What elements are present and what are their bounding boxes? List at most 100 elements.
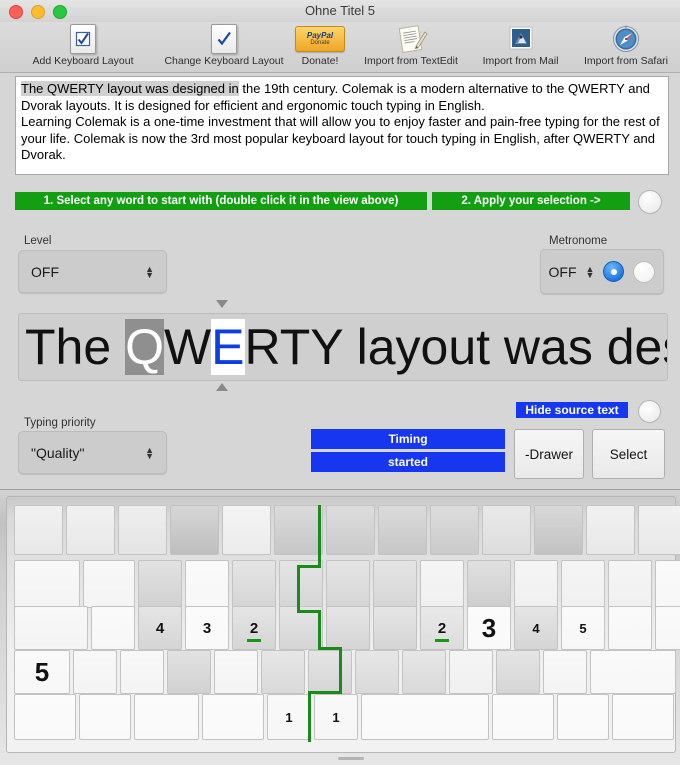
started-status-button[interactable]: started	[311, 452, 505, 472]
toolbar-item-import-textedit[interactable]: Import from TextEdit	[348, 24, 474, 67]
toolbar-item-import-mail[interactable]: Import from Mail	[469, 24, 572, 67]
keyboard-key[interactable]	[308, 650, 352, 694]
metronome-radio-on[interactable]	[603, 261, 625, 282]
keyboard-key[interactable]	[118, 505, 167, 555]
keyboard-key[interactable]: 3	[185, 606, 229, 650]
step-status-orb[interactable]	[638, 190, 662, 214]
keyboard-key[interactable]	[185, 560, 229, 608]
level-select[interactable]: OFF ▲ ▼	[18, 250, 167, 293]
source-text-view[interactable]: The QWERTY layout was designed in the 19…	[15, 76, 669, 175]
keyboard-key[interactable]	[274, 505, 323, 555]
chevron-updown-icon[interactable]: ▲ ▼	[145, 264, 154, 279]
window-title: Ohne Titel 5	[304, 3, 376, 18]
toolbar-item-import-safari[interactable]: Import from Safari	[572, 24, 680, 67]
keyboard-key[interactable]	[420, 560, 464, 608]
keyboard-key[interactable]	[561, 560, 605, 608]
keyboard-key[interactable]	[638, 505, 680, 555]
keyboard-key[interactable]	[14, 505, 63, 555]
keyboard-key[interactable]	[534, 505, 583, 555]
key-count-label: 5	[34, 656, 50, 687]
keyboard-key[interactable]	[83, 560, 135, 608]
keyboard-key[interactable]	[14, 560, 80, 608]
keyboard-key[interactable]	[496, 650, 540, 694]
keyboard-key[interactable]	[655, 606, 680, 650]
keyboard-function-row	[14, 505, 680, 555]
keyboard-key[interactable]: 2	[232, 606, 276, 650]
step-2-apply-selection-bar[interactable]: 2. Apply your selection ->	[432, 192, 630, 210]
key-count-label: 3	[481, 612, 497, 643]
keyboard-key[interactable]	[557, 694, 609, 740]
keyboard-key[interactable]	[170, 505, 219, 555]
keyboard-key[interactable]	[655, 560, 680, 608]
keyboard-key[interactable]: 3	[467, 606, 511, 650]
keyboard-key[interactable]	[612, 694, 674, 740]
keyboard-key[interactable]	[514, 560, 558, 608]
keyboard-key[interactable]: 4	[514, 606, 558, 650]
keyboard-key[interactable]	[482, 505, 531, 555]
keyboard-key[interactable]	[232, 560, 276, 608]
typing-completed-char: Q	[125, 319, 164, 375]
keyboard-key[interactable]	[326, 606, 370, 650]
keyboard-key[interactable]: 2	[420, 606, 464, 650]
keyboard-key[interactable]	[590, 650, 676, 694]
toolbar-item-add-keyboard-layout[interactable]: Add Keyboard Layout	[8, 24, 158, 67]
select-button[interactable]: Select	[592, 429, 665, 479]
metronome-status-orb[interactable]	[633, 260, 656, 283]
level-label: Level	[24, 235, 52, 247]
toolbar-item-donate[interactable]: PayPal Donate Donate!	[287, 24, 353, 67]
typing-priority-select[interactable]: "Quality" ▲ ▼	[18, 431, 167, 474]
keyboard-key[interactable]	[79, 694, 131, 740]
keyboard-key[interactable]	[361, 694, 489, 740]
keyboard-key[interactable]	[73, 650, 117, 694]
selected-phrase: The QWERTY layout was designed in	[21, 81, 239, 96]
keyboard-key[interactable]	[138, 560, 182, 608]
keyboard-key[interactable]: 5	[561, 606, 605, 650]
keyboard-key[interactable]	[202, 694, 264, 740]
step-1-select-word-bar[interactable]: 1. Select any word to start with (double…	[15, 192, 427, 210]
key-count-label: 1	[285, 709, 293, 725]
keyboard-key[interactable]	[586, 505, 635, 555]
keyboard-key[interactable]: 1	[267, 694, 311, 740]
metronome-value: OFF	[548, 263, 577, 280]
keyboard-key[interactable]	[378, 505, 427, 555]
hide-source-text-button[interactable]: Hide source text	[516, 402, 628, 418]
keyboard-key[interactable]	[608, 560, 652, 608]
keyboard-key[interactable]	[261, 650, 305, 694]
chevron-updown-icon[interactable]: ▲ ▼	[586, 264, 595, 279]
keyboard-key[interactable]	[134, 694, 199, 740]
cursor-marker-top-icon	[216, 300, 228, 308]
keyboard-key[interactable]	[608, 606, 652, 650]
keyboard-key[interactable]	[326, 505, 375, 555]
timing-button[interactable]: Timing	[311, 429, 505, 449]
keyboard-key[interactable]: 1	[314, 694, 358, 740]
keyboard-key[interactable]	[326, 560, 370, 608]
keyboard-key[interactable]	[14, 606, 88, 650]
keyboard-key[interactable]	[373, 560, 417, 608]
keyboard-key[interactable]: 5	[14, 650, 70, 694]
toolbar-item-change-keyboard-layout[interactable]: Change Keyboard Layout	[144, 24, 304, 67]
keyboard-key[interactable]	[467, 560, 511, 608]
keyboard-key[interactable]	[66, 505, 115, 555]
keyboard-key[interactable]	[222, 505, 271, 555]
keyboard-key[interactable]: 4	[138, 606, 182, 650]
drawer-button[interactable]: -Drawer	[514, 429, 584, 479]
hide-source-status-orb[interactable]	[638, 400, 661, 423]
keyboard-key[interactable]	[430, 505, 479, 555]
metronome-controls[interactable]: OFF ▲ ▼	[540, 249, 664, 294]
chevron-updown-icon[interactable]: ▲ ▼	[145, 445, 154, 460]
keyboard-key[interactable]	[449, 650, 493, 694]
keyboard-key[interactable]	[373, 606, 417, 650]
paypal-donate-icon: PayPal Donate	[287, 24, 353, 54]
keyboard-key[interactable]	[14, 694, 76, 740]
keyboard-key[interactable]	[492, 694, 554, 740]
keyboard-key[interactable]	[91, 606, 135, 650]
keyboard-key[interactable]	[543, 650, 587, 694]
paypal-donate-text: Donate	[310, 39, 330, 46]
keyboard-key[interactable]	[214, 650, 258, 694]
keyboard-key[interactable]	[355, 650, 399, 694]
keyboard-key[interactable]	[120, 650, 164, 694]
typing-display-strip[interactable]: The QWERTY layout was des	[18, 313, 668, 381]
keyboard-key[interactable]	[167, 650, 211, 694]
hand-split-line-seg3	[297, 565, 300, 613]
keyboard-key[interactable]	[402, 650, 446, 694]
